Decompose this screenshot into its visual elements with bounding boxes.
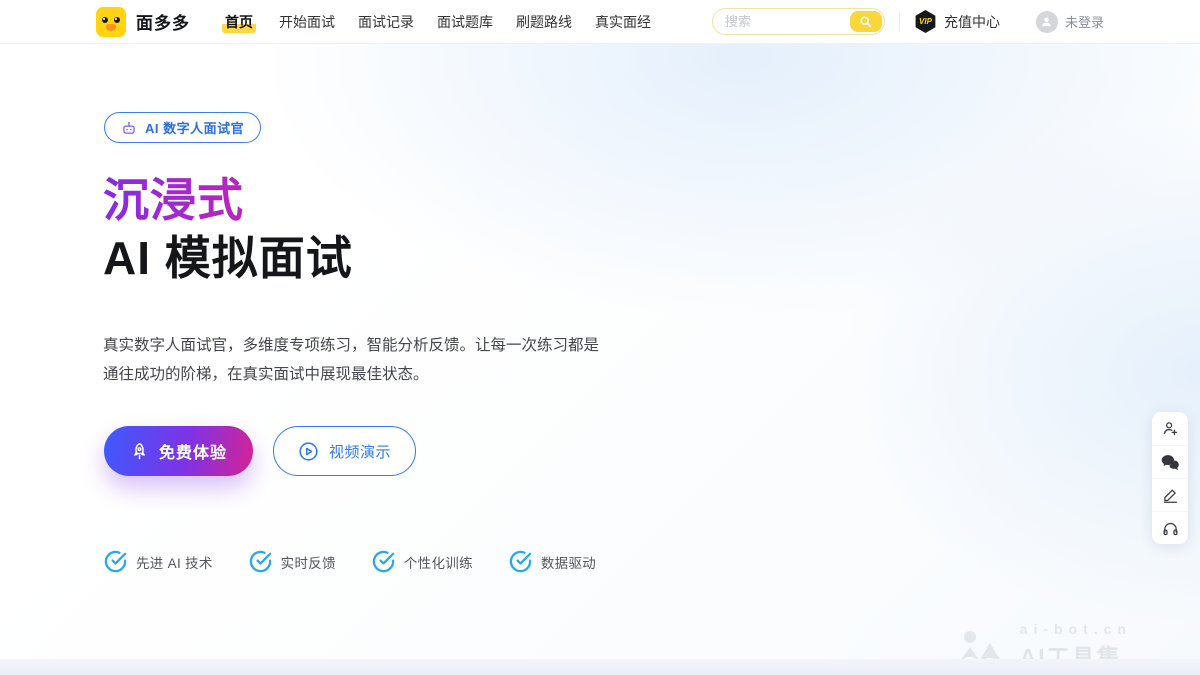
search-button[interactable] [849, 11, 882, 32]
feature-personalized-training: 个性化训练 [372, 550, 473, 573]
navbar-right-cluster: VIP 充值中心 未登录 [711, 8, 1104, 35]
badge-label: AI 数字人面试官 [145, 121, 245, 136]
recharge-label: 充值中心 [943, 13, 1000, 30]
ai-interviewer-badge[interactable]: AI 数字人面试官 [104, 112, 262, 143]
next-section-edge [0, 659, 1200, 675]
feature-list: 先进 AI 技术 实时反馈 个性化训练 数据驱动 [104, 550, 596, 573]
landing-page: 面多多 首页 开始面试 面试记录 面试题库 刷题路线 真实面经 搜索 VIP 充… [0, 0, 1200, 675]
search-icon [859, 15, 872, 28]
rocket-icon [130, 442, 149, 461]
free-trial-label: 免费体验 [159, 445, 228, 462]
check-circle-icon [509, 550, 532, 573]
title-line-immersive: 沉浸式 [103, 172, 353, 230]
edit-icon [1162, 487, 1179, 504]
divider [898, 12, 900, 31]
check-circle-icon [104, 550, 127, 573]
page-title: 沉浸式 AI 模拟面试 [103, 172, 353, 288]
support-button[interactable] [1152, 511, 1188, 544]
vip-badge-icon: VIP [915, 10, 936, 33]
video-demo-button[interactable]: 视频演示 [273, 426, 417, 476]
search-input[interactable] [724, 14, 850, 29]
feature-data-driven: 数据驱动 [509, 550, 596, 573]
hero-section: AI 数字人面试官 沉浸式 AI 模拟面试 真实数字人面试官，多维度专项练习，智… [0, 44, 1200, 675]
nav-item-practice-path[interactable]: 刷题路线 [516, 11, 572, 33]
watermark-site: ai-bot.cn [1019, 621, 1132, 637]
search-box [711, 8, 885, 35]
video-demo-label: 视频演示 [329, 443, 392, 461]
top-navbar: 面多多 首页 开始面试 面试记录 面试题库 刷题路线 真实面经 搜索 VIP 充… [0, 0, 1200, 44]
feature-realtime-feedback: 实时反馈 [249, 550, 336, 573]
add-user-button[interactable] [1152, 412, 1188, 445]
nav-item-real-experience[interactable]: 真实面经 [595, 11, 651, 33]
cta-row: 免费体验 视频演示 [104, 426, 417, 476]
chat-bubbles-icon [1161, 454, 1179, 470]
headphones-icon [1162, 520, 1179, 537]
add-user-icon [1162, 420, 1179, 437]
robot-icon [121, 121, 137, 135]
nav-item-start-interview[interactable]: 开始面试 [279, 11, 335, 33]
main-nav: 首页 开始面试 面试记录 面试题库 刷题路线 真实面经 [222, 10, 651, 33]
nav-item-question-bank[interactable]: 面试题库 [437, 11, 493, 33]
floating-side-toolbar [1152, 412, 1188, 544]
recharge-center-link[interactable]: VIP 充值中心 [914, 10, 1000, 33]
nav-item-interview-records[interactable]: 面试记录 [358, 11, 414, 33]
free-trial-button[interactable]: 免费体验 [104, 426, 254, 476]
check-circle-icon [372, 550, 395, 573]
play-circle-icon [298, 441, 319, 462]
nav-item-home[interactable]: 首页 [222, 10, 256, 33]
edit-note-button[interactable] [1152, 478, 1188, 511]
brand-logo-duck-icon[interactable] [96, 6, 126, 37]
check-circle-icon [249, 550, 272, 573]
login-entry[interactable]: 未登录 [1035, 10, 1104, 33]
brand-name: 面多多 [136, 14, 190, 33]
hero-description: 真实数字人面试官，多维度专项练习，智能分析反馈。让每一次练习都是通往成功的阶梯，… [103, 337, 600, 383]
login-status-label: 未登录 [1064, 15, 1104, 30]
avatar-icon [1035, 10, 1058, 33]
feature-advanced-ai: 先进 AI 技术 [104, 550, 213, 573]
title-line-ai-mock-interview: AI 模拟面试 [103, 231, 353, 284]
chat-feedback-button[interactable] [1152, 445, 1188, 478]
